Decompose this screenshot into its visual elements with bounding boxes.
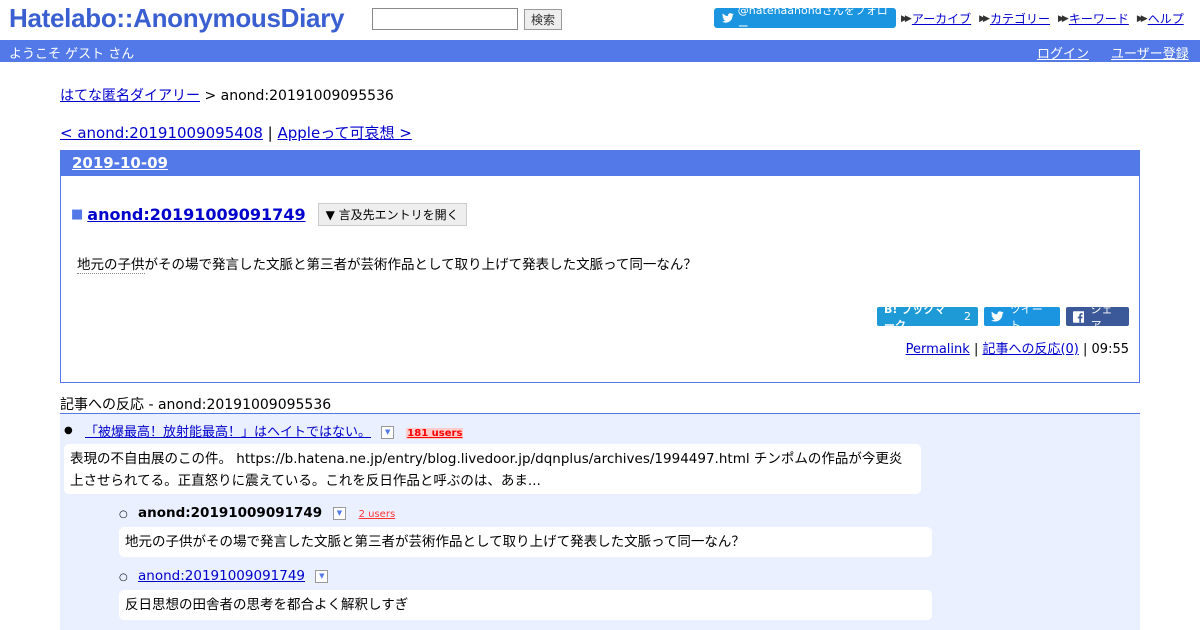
entry-box: 2019-10-09 ■ anond:20191009091749 ▼ 言及先エ… bbox=[60, 150, 1140, 383]
tweet-label: ツイート bbox=[1009, 302, 1043, 332]
keyword-link[interactable]: 地元の子供 bbox=[77, 257, 145, 274]
reaction-body: 表現の不自由展のこの件。 https://b.hatena.ne.jp/entr… bbox=[64, 444, 921, 494]
arrow-icon: ▶▶ bbox=[901, 13, 912, 24]
search-button[interactable]: 検索 bbox=[524, 9, 562, 30]
entry-title-link[interactable]: anond:20191009091749 bbox=[87, 205, 305, 224]
list-bullet-icon: ● bbox=[64, 425, 73, 436]
dropdown-toggle-icon[interactable]: ▼ bbox=[315, 569, 329, 583]
arrow-icon: ▶▶ bbox=[1136, 13, 1148, 24]
twitter-icon bbox=[722, 13, 734, 23]
open-referenced-entry-button[interactable]: ▼ 言及先エントリを開く bbox=[317, 203, 467, 226]
reaction-item-2: anond:20191009091749 ▼ 2 users bbox=[138, 505, 395, 521]
tweet-button[interactable]: ツイート bbox=[984, 303, 1060, 332]
next-entry-link[interactable]: Appleって可哀想 > bbox=[278, 124, 412, 142]
breadcrumb-root-link[interactable]: はてな匿名ダイアリー bbox=[60, 88, 200, 104]
list-bullet-icon: ○ bbox=[119, 572, 128, 583]
arrow-icon: ▶▶ bbox=[1057, 13, 1069, 24]
reaction-item-3: anond:20191009091749 ▼ bbox=[138, 568, 329, 584]
bookmark-users-link[interactable]: 2 users bbox=[359, 509, 396, 520]
prev-next-nav: < anond:20191009095408 | Appleって可哀想 > bbox=[60, 122, 412, 143]
hatena-bookmark-button[interactable]: B! ブックマーク 2 bbox=[877, 303, 978, 332]
reactions-heading: 記事への反応 - anond:20191009095536 bbox=[60, 397, 332, 413]
site-logo[interactable]: Hatelabo::AnonymousDiary bbox=[9, 3, 344, 34]
entry-date-link[interactable]: 2019-10-09 bbox=[72, 154, 168, 172]
dropdown-toggle-icon[interactable]: ▼ bbox=[381, 426, 395, 439]
reaction-item-1: 「被爆最高！放射能最高！」はヘイトではない。 ▼ 181 users bbox=[85, 421, 464, 440]
archive-link[interactable]: アーカイブ bbox=[912, 10, 971, 27]
share-label: シェア bbox=[1090, 302, 1113, 332]
entry-body-text: がその場で発言した文脈と第三者が芸術作品として取り上げて発表した文脈って同一なん… bbox=[144, 257, 697, 273]
entry-date-header: 2019-10-09 bbox=[61, 151, 1139, 176]
breadcrumb-separator: > bbox=[200, 88, 221, 104]
dropdown-toggle-icon[interactable]: ▼ bbox=[332, 506, 346, 520]
login-link[interactable]: ログイン bbox=[1037, 43, 1089, 62]
reaction-body: 地元の子供がその場で発言した文脈と第三者が芸術作品として取り上げて発表した文脈っ… bbox=[119, 527, 932, 557]
twitter-follow-button[interactable]: @hatenaanondさんをフォロー bbox=[714, 4, 896, 33]
reaction-title-link[interactable]: anond:20191009091749 bbox=[138, 568, 305, 584]
search-input[interactable] bbox=[372, 8, 518, 30]
list-bullet-icon: ○ bbox=[119, 509, 128, 520]
bookmark-users-link[interactable]: 181 users bbox=[406, 428, 464, 439]
follow-label: @hatenaanondさんをフォロー bbox=[737, 4, 888, 33]
entry-time: 09:55 bbox=[1091, 342, 1129, 357]
entry-body: 地元の子供がその場で発言した文脈と第三者が芸術作品として取り上げて発表した文脈っ… bbox=[77, 253, 697, 274]
permalink-link[interactable]: Permalink bbox=[906, 342, 970, 357]
welcome-text: ようこそ ゲスト さん bbox=[9, 47, 135, 62]
facebook-icon bbox=[1073, 310, 1085, 323]
facebook-share-button[interactable]: シェア bbox=[1066, 303, 1129, 332]
category-link[interactable]: カテゴリー bbox=[990, 10, 1050, 27]
reactions-divider bbox=[60, 413, 1140, 414]
breadcrumb: はてな匿名ダイアリー > anond:20191009095536 bbox=[60, 85, 394, 105]
user-navbar: ようこそ ゲスト さん ログイン ユーザー登録 bbox=[0, 40, 1200, 62]
bookmark-count: 2 bbox=[964, 310, 971, 323]
keyword-link[interactable]: キーワード bbox=[1069, 10, 1129, 27]
breadcrumb-current: anond:20191009095536 bbox=[220, 88, 394, 104]
reaction-count-link[interactable]: 記事への反応(0) bbox=[982, 342, 1078, 357]
bookmark-label: B! ブックマーク bbox=[884, 302, 946, 332]
reaction-title: anond:20191009091749 bbox=[138, 505, 323, 521]
square-bullet-icon: ■ bbox=[71, 207, 84, 222]
share-buttons: B! ブックマーク 2 ツイート シェア bbox=[877, 303, 1129, 332]
separator: | bbox=[1083, 342, 1092, 357]
twitter-icon bbox=[991, 311, 1004, 322]
permalink-row: Permalink | 記事への反応(0) | 09:55 bbox=[906, 338, 1129, 357]
help-link[interactable]: ヘルプ bbox=[1148, 10, 1184, 27]
reaction-body: 反日思想の田舎者の思考を都合よく解釈しすぎ bbox=[119, 590, 932, 620]
prev-entry-link[interactable]: < anond:20191009095408 bbox=[60, 124, 263, 142]
reaction-title-link[interactable]: 「被爆最高！放射能最高！」はヘイトではない。 bbox=[85, 425, 371, 440]
register-link[interactable]: ユーザー登録 bbox=[1111, 43, 1189, 62]
entry-title-row: ■ anond:20191009091749 ▼ 言及先エントリを開く bbox=[71, 203, 467, 226]
header-links: ▶▶ アーカイブ ▶▶ カテゴリー ▶▶ キーワード ▶▶ ヘルプ bbox=[901, 10, 1184, 27]
arrow-icon: ▶▶ bbox=[979, 13, 990, 24]
top-header: Hatelabo::AnonymousDiary 検索 @hatenaanond… bbox=[0, 0, 1200, 40]
prevnext-separator: | bbox=[262, 124, 278, 142]
